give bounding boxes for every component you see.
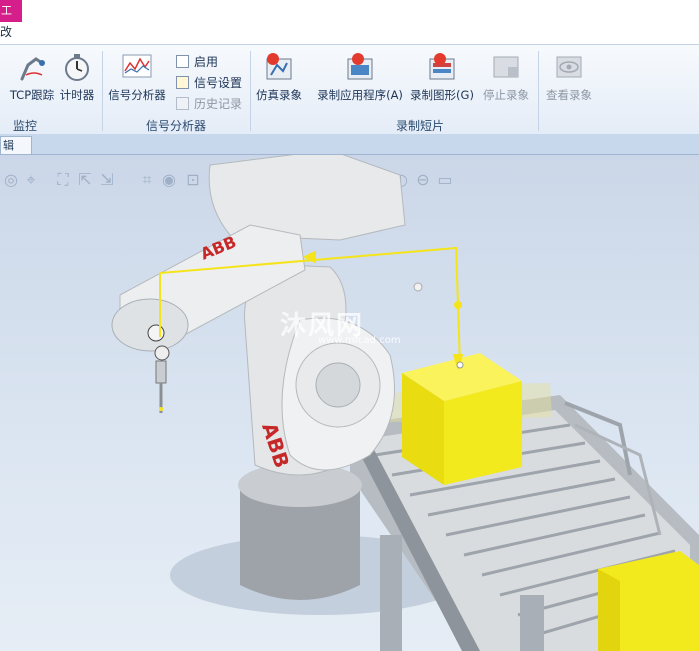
record-app-icon [344, 51, 376, 83]
robot-base [238, 463, 362, 600]
timer-button[interactable]: 计时器 [56, 51, 98, 103]
title-menu-strip: 工具 改 [0, 0, 699, 44]
signal-setup-label: 信号设置 [194, 76, 243, 90]
signal-setup-button[interactable]: 信号设置 [176, 74, 242, 92]
record-graphics-icon [426, 51, 458, 83]
record-sim-icon [263, 51, 295, 83]
stop-record-icon [490, 51, 522, 83]
target-marker [413, 282, 423, 292]
timer-label: 计时器 [59, 88, 95, 102]
signal-chart-icon [121, 51, 153, 83]
signal-analyzer-label: 信号分析器 [108, 88, 166, 102]
signal-analyzer-button[interactable]: 信号分析器 [104, 51, 170, 103]
robot-body: ABB [244, 264, 395, 476]
document-tab[interactable]: 辑 [0, 136, 32, 154]
stop-record-button[interactable]: 停止录象 [478, 51, 534, 103]
target-point [456, 361, 464, 369]
group-label-record: 录制短片 [395, 119, 444, 133]
tcp-trace-button[interactable]: TCP跟踪 [8, 51, 56, 103]
watermark-url: www.mfcad.com [318, 335, 401, 346]
ribbon: TCP跟踪 计时器 监控 信号分析器 启用 信号设置 历史记录 信号分析器 仿真… [0, 44, 699, 174]
enable-checkbox[interactable]: 启用 [176, 53, 218, 71]
menu-item[interactable]: 改 [0, 23, 12, 40]
yellow-box-2 [598, 551, 699, 651]
3d-viewport[interactable]: ◎ ⌖ ⛶ ⇱ ⇲ ⌗ ◉ ⊡ ◈ ⊟ ⊞ ⊠ ◇ ⊕ ⊗ ◌ ◐ ⊖ ▭ [0, 155, 699, 651]
history-icon [176, 97, 189, 110]
history-label: 历史记录 [194, 97, 243, 111]
record-app-button[interactable]: 录制应用程序(A) [314, 51, 406, 103]
stopwatch-icon [61, 51, 93, 83]
checkbox-icon [176, 55, 189, 68]
view-record-icon [553, 51, 585, 83]
document-tab-bar: 辑 [0, 134, 699, 155]
record-app-label: 录制应用程序(A) [317, 88, 403, 102]
enable-label: 启用 [194, 55, 219, 69]
record-graphics-button[interactable]: 录制图形(G) [408, 51, 476, 103]
robot-tool [154, 345, 170, 413]
history-button[interactable]: 历史记录 [176, 95, 242, 113]
yellow-box [402, 353, 522, 485]
stop-record-label: 停止录象 [483, 88, 529, 102]
scene: ABB ABB [111, 155, 699, 651]
target-point [454, 301, 462, 309]
group-separator [250, 51, 251, 131]
record-graphics-label: 录制图形(G) [410, 88, 474, 102]
group-label-signal-analyzer: 信号分析器 [145, 119, 206, 133]
tcp-trace-label: TCP跟踪 [9, 88, 55, 102]
view-record-button[interactable]: 查看录象 [540, 51, 598, 103]
view-record-label: 查看录象 [546, 88, 592, 102]
tcp-trace-icon [16, 51, 48, 83]
group-label-monitor: 监控 [12, 119, 37, 133]
signal-setup-icon [176, 76, 189, 89]
record-sim-button[interactable]: 仿真录象 [252, 51, 306, 103]
group-separator [102, 51, 103, 131]
record-sim-label: 仿真录象 [256, 88, 302, 102]
title-tab[interactable]: 工具 [0, 0, 22, 22]
